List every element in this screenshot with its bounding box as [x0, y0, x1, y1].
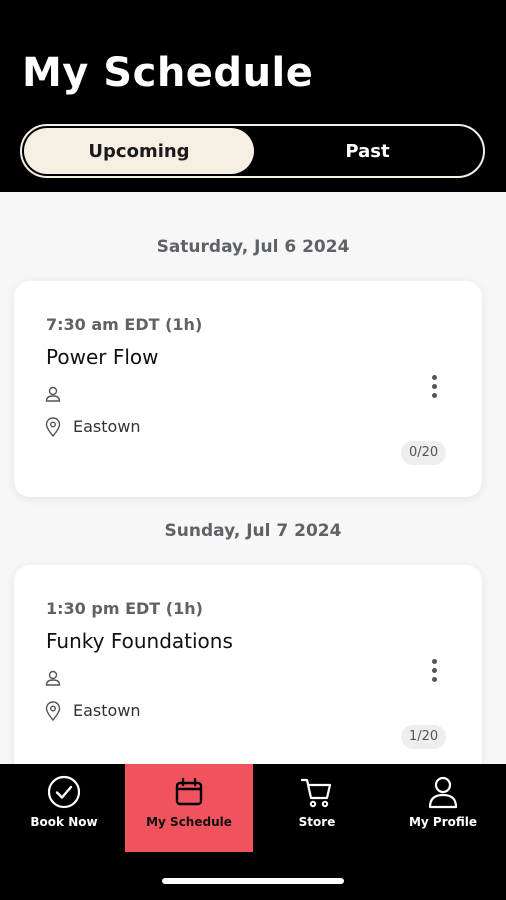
tab-label: Book Now: [30, 815, 98, 829]
tab-upcoming[interactable]: Upcoming: [24, 128, 254, 174]
class-name: Power Flow: [46, 345, 159, 369]
check-circle-icon: [47, 775, 81, 809]
instructor-icon: [45, 386, 61, 402]
date-header: Saturday, Jul 6 2024: [156, 237, 350, 257]
more-options-icon[interactable]: [426, 659, 442, 691]
class-name: Funky Foundations: [46, 629, 233, 653]
cart-icon: [300, 778, 332, 808]
tab-label: My Profile: [408, 815, 478, 829]
schedule-list[interactable]: Saturday, Jul 6 2024 7:30 am EDT (1h) Po…: [0, 192, 506, 764]
tab-store[interactable]: Store: [253, 764, 381, 852]
user-icon: [428, 776, 458, 809]
class-location: Eastown: [73, 417, 141, 436]
tab-my-profile[interactable]: My Profile: [379, 764, 506, 852]
page-title: My Schedule: [22, 50, 314, 96]
instructor-icon: [45, 670, 61, 686]
class-time: 1:30 pm EDT (1h): [46, 599, 203, 618]
class-location: Eastown: [73, 701, 141, 720]
location-pin-icon: [45, 701, 61, 721]
capacity-badge: 1/20: [401, 725, 447, 749]
calendar-icon: [175, 777, 203, 806]
home-indicator: [162, 878, 344, 884]
tab-past[interactable]: Past: [254, 128, 481, 174]
segmented-control: Upcoming Past: [20, 124, 485, 178]
tab-label: My Schedule: [146, 815, 232, 829]
more-options-icon[interactable]: [426, 375, 442, 407]
tab-book-now[interactable]: Book Now: [0, 764, 128, 852]
header: My Schedule Upcoming Past: [0, 0, 506, 192]
class-card[interactable]: 7:30 am EDT (1h) Power Flow Eastown 0/20: [14, 281, 482, 497]
tab-my-schedule[interactable]: My Schedule: [125, 764, 253, 852]
class-card[interactable]: 1:30 pm EDT (1h) Funky Foundations Easto…: [14, 565, 482, 764]
location-pin-icon: [45, 417, 61, 437]
class-time: 7:30 am EDT (1h): [46, 315, 203, 334]
capacity-badge: 0/20: [401, 441, 447, 465]
tab-label: Store: [298, 815, 336, 829]
date-header: Sunday, Jul 7 2024: [164, 521, 342, 541]
